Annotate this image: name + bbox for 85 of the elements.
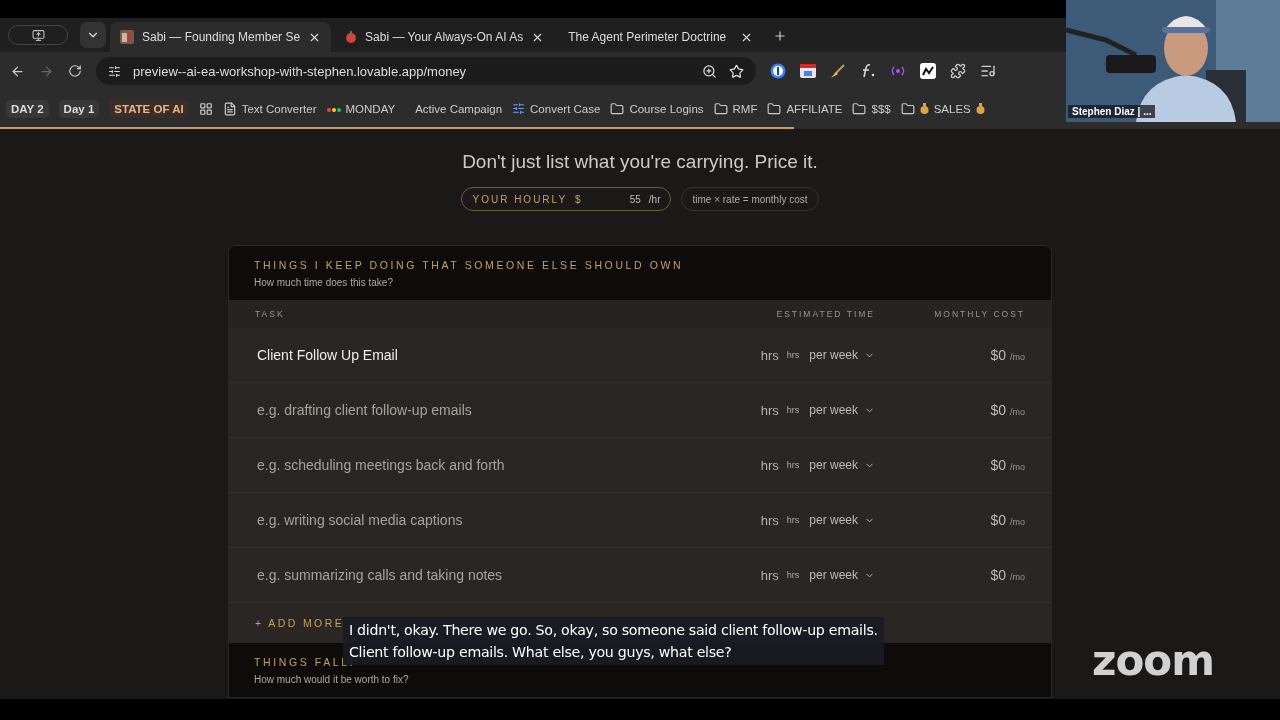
participant-name: Stephen Diaz | ... [1068, 105, 1156, 118]
section-title: THINGS FALLI [254, 656, 356, 668]
monthly-cost: $0 [990, 402, 1006, 418]
task-input[interactable]: e.g. drafting client follow-up emails [255, 401, 559, 419]
monthly-cost: $0 [990, 567, 1006, 583]
folder-icon [852, 101, 867, 116]
bookmark-folder[interactable]: AFFILIATE [786, 102, 843, 115]
back-icon[interactable] [10, 63, 25, 79]
address-bar[interactable]: preview--ai-ea-workshop-with-stephen.lovable.app/money [96, 57, 756, 85]
unit-label: hrs [786, 570, 800, 580]
site-settings-icon[interactable] [108, 64, 121, 78]
task-input[interactable]: e.g. scheduling meetings back and forth [255, 456, 575, 474]
column-header: MONTHLY COST [933, 309, 1025, 319]
per-month-label: /mo [1010, 462, 1025, 472]
site-icon [120, 30, 134, 44]
bookmark-folder[interactable]: RMF [732, 102, 758, 115]
extensions-icon[interactable] [950, 63, 966, 79]
monthly-cost: $0 [990, 512, 1006, 528]
new-tab-icon[interactable] [773, 29, 788, 43]
unit-label: hrs [786, 405, 800, 415]
bookmark-chip[interactable]: STATE OF AI [109, 99, 189, 118]
hours-input[interactable]: hrs [758, 346, 781, 364]
bookmark-link[interactable]: Convert Case [530, 102, 601, 115]
zoom-logo: zoom [1092, 636, 1214, 685]
period-select[interactable]: per week [809, 403, 875, 417]
folder-icon [713, 101, 728, 116]
money-bag-icon [975, 103, 985, 114]
per-month-label: /mo [1010, 517, 1025, 527]
section-title: THINGS I KEEP DOING THAT SOMEONE ELSE SHOULD OWN [254, 259, 685, 271]
tab-search-button[interactable] [80, 22, 106, 48]
bookmark-chip[interactable]: Day 1 [58, 99, 100, 118]
per-month-label: /mo [1010, 352, 1025, 362]
monitor-icon [31, 28, 45, 42]
broom-icon[interactable] [830, 63, 846, 79]
folder-icon [610, 101, 625, 116]
task-input[interactable]: Client Follow Up Email [255, 346, 436, 364]
media-control-icon[interactable] [980, 63, 996, 79]
reload-icon[interactable] [68, 64, 82, 78]
period-select[interactable]: per week [809, 513, 875, 527]
bookmark-link[interactable]: Active Campaign [415, 102, 503, 115]
period-select[interactable]: per week [809, 458, 875, 472]
per-month-label: /mo [1010, 572, 1025, 582]
chart-app-icon[interactable] [920, 63, 936, 79]
add-more-button[interactable]: + ADD MORE [255, 617, 345, 629]
unit-label: hrs [786, 515, 800, 525]
monthly-cost: $0 [990, 347, 1006, 363]
monthly-cost: $0 [990, 457, 1006, 473]
per-month-label: /mo [1010, 407, 1025, 417]
browser-tab[interactable]: Sabi — Your Always-On AI As [335, 22, 555, 52]
password-manager-icon[interactable] [770, 63, 786, 79]
document-icon [222, 101, 237, 116]
bookmark-folder[interactable]: $$$ [871, 102, 891, 115]
hours-input[interactable]: hrs [758, 511, 781, 529]
folder-icon [767, 101, 782, 116]
star-icon[interactable] [729, 63, 744, 79]
task-input[interactable]: e.g. summarizing calls and taking notes [255, 566, 575, 584]
section-subtitle: How much time does this take? [254, 277, 394, 288]
hours-input[interactable]: hrs [758, 566, 781, 584]
forward-icon[interactable] [39, 63, 54, 79]
section-subtitle: How much would it be worth to fix? [254, 674, 410, 685]
browser-tab[interactable]: The Agent Perimeter Doctrine [558, 22, 764, 52]
task-input[interactable]: e.g. writing social media captions [255, 511, 534, 529]
unit-label: hrs [786, 350, 800, 360]
calendar-icon[interactable] [800, 63, 816, 79]
period-select[interactable]: per week [809, 568, 875, 582]
hours-input[interactable]: hrs [758, 456, 781, 474]
hours-input[interactable]: hrs [758, 401, 781, 419]
bookmark-link[interactable]: MONDAY [345, 102, 396, 115]
convert-icon [512, 102, 526, 115]
headline: Don't just list what you're carrying. Price it. [462, 151, 818, 173]
bookmark-chip[interactable]: DAY 2 [6, 99, 49, 118]
tomato-icon [345, 31, 358, 43]
zoom-icon[interactable] [702, 63, 717, 79]
function-icon[interactable] [860, 63, 876, 79]
period-select[interactable]: per week [809, 348, 875, 362]
bookmark-folder[interactable]: SALES [933, 102, 971, 115]
folder-icon [900, 101, 915, 116]
column-header: TASK [255, 309, 286, 319]
unit-label: hrs [786, 460, 800, 470]
browser-tab[interactable]: Sabi — Founding Member Se [110, 22, 332, 52]
money-bag-icon [919, 103, 929, 114]
column-header: ESTIMATED TIME [775, 309, 875, 319]
apps-icon[interactable] [198, 101, 213, 116]
bookmark-folder[interactable]: Course Logins [629, 102, 704, 115]
bookmark-link[interactable]: Text Converter [241, 102, 317, 115]
